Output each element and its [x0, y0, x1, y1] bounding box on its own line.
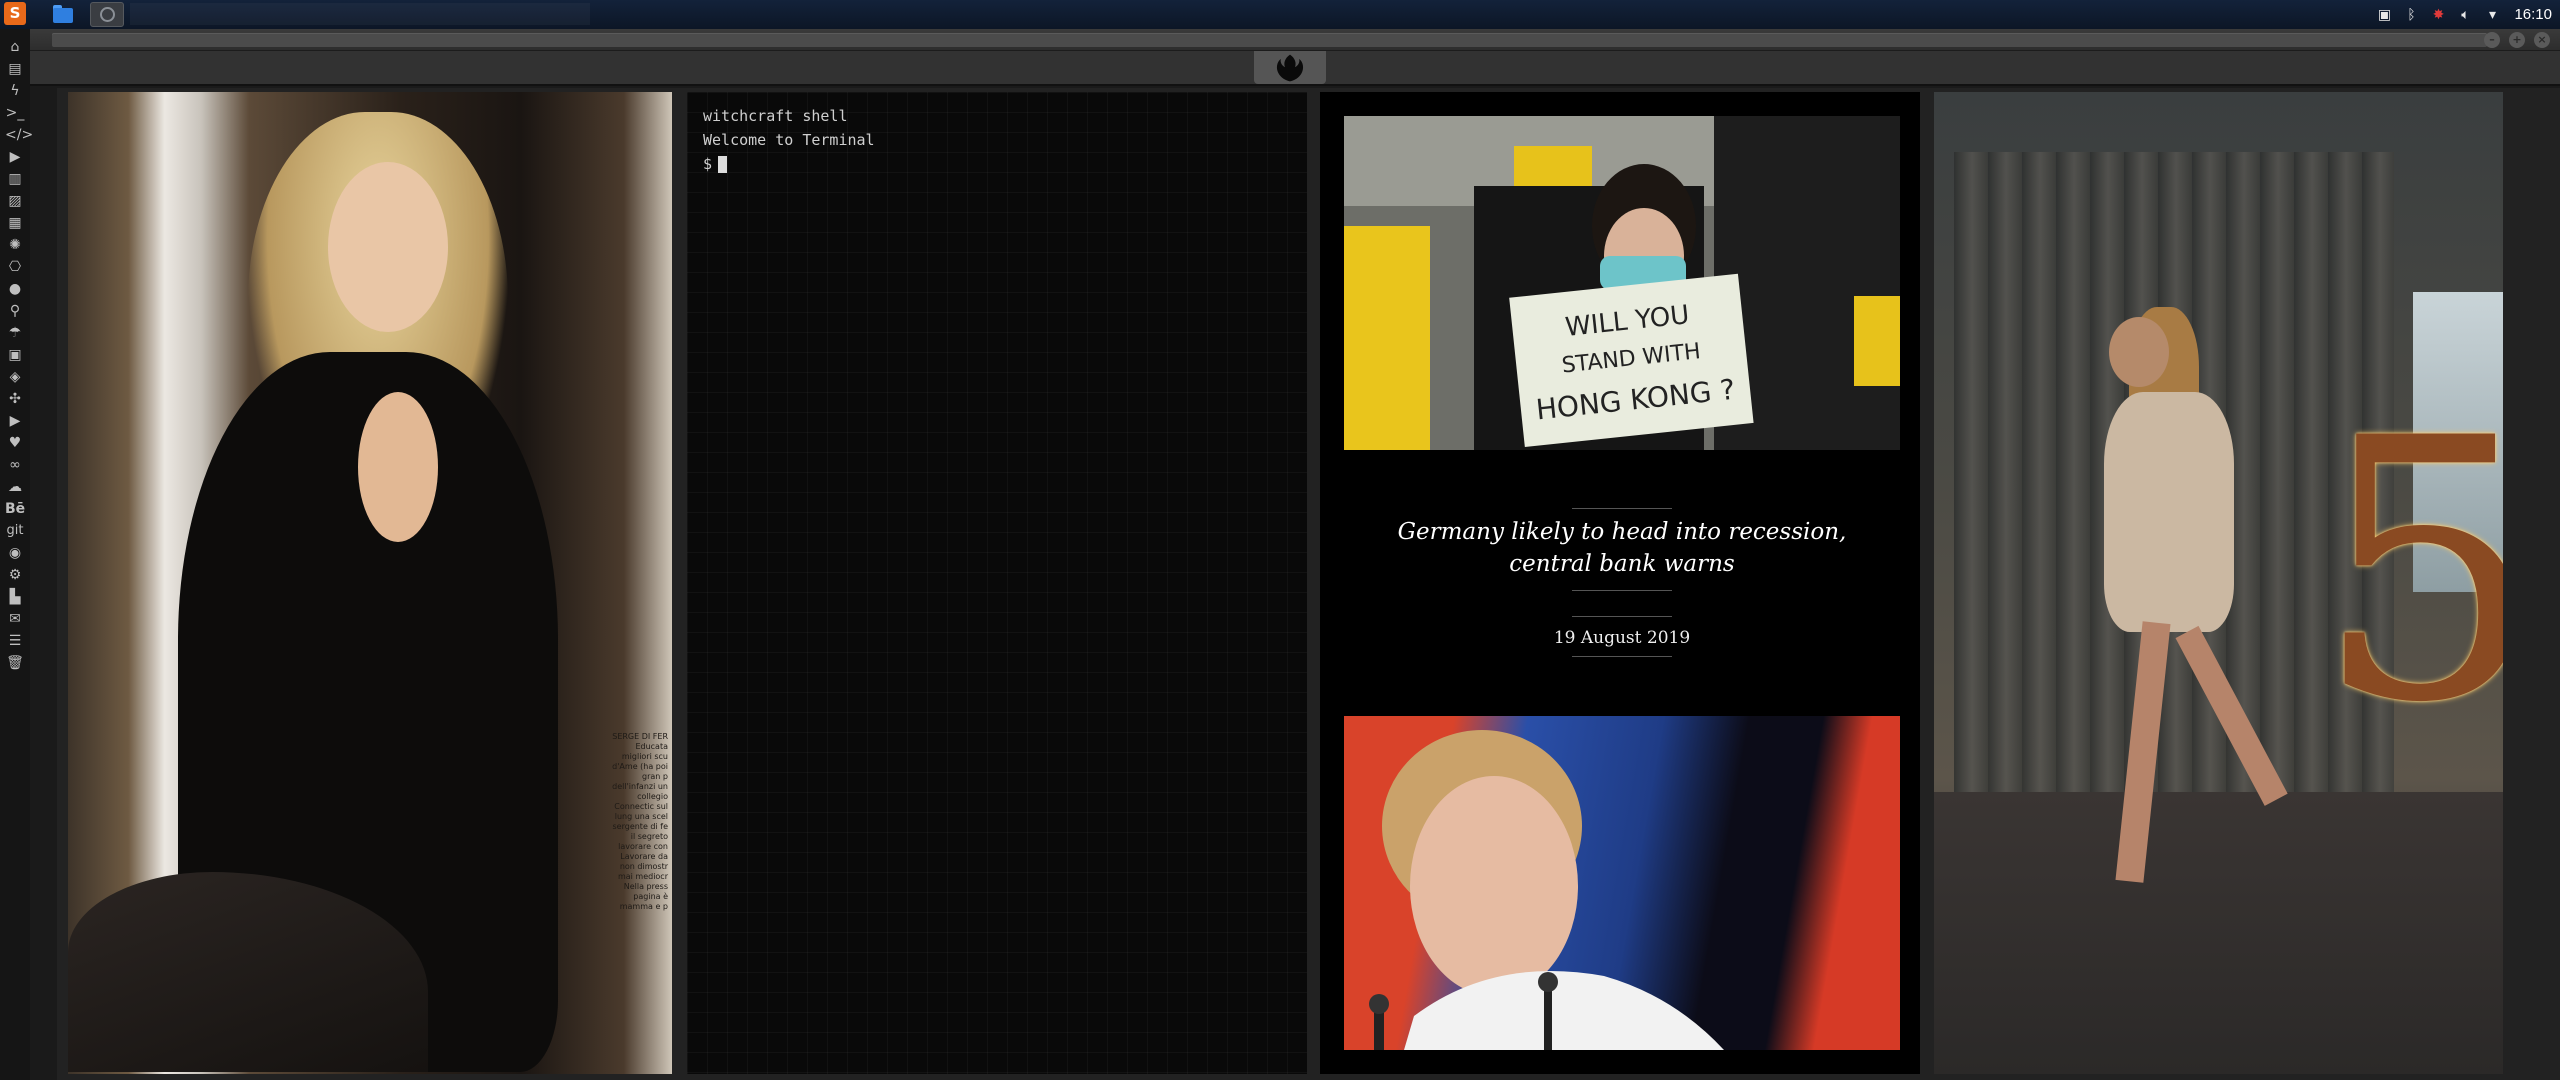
divider — [1572, 656, 1672, 657]
terminal-prompt-line[interactable]: $ — [703, 152, 1291, 176]
play-icon[interactable]: ▶ — [5, 147, 25, 167]
terminal-cursor — [718, 156, 728, 173]
heart-icon[interactable]: ♥ — [5, 433, 25, 453]
trash-icon[interactable]: 🗑︎ — [5, 653, 25, 673]
map-icon[interactable]: ▙ — [5, 587, 25, 607]
settings-red-icon[interactable]: ✸ — [2429, 6, 2447, 24]
divider — [1572, 590, 1672, 591]
rebel-alliance-icon — [1276, 54, 1304, 81]
infinity-icon[interactable]: ∞ — [5, 455, 25, 475]
photo-panel-4[interactable]: 5 — [1934, 92, 2503, 1074]
rebel-icon[interactable]: ✺ — [5, 235, 25, 255]
document-icon[interactable]: ▤ — [5, 59, 25, 79]
photo-skin — [358, 392, 438, 542]
news-caption: Germany likely to head into recession, c… — [1344, 450, 1900, 684]
image-icon[interactable]: ▨ — [5, 191, 25, 211]
terminal-panel[interactable]: witchcraft shell Welcome to Terminal $ — [687, 92, 1307, 1074]
mail-icon[interactable]: ✉ — [5, 609, 25, 629]
system-top-bar: S ▣ ᛒ ✸ 🔈︎ ▾ 16:10 — [0, 0, 2560, 29]
merkel-photo — [1369, 730, 1724, 1050]
server-icon[interactable]: ☰ — [5, 631, 25, 651]
system-tray: ▣ ᛒ ✸ 🔈︎ ▾ 16:10 — [2375, 0, 2552, 29]
app-launcher-button[interactable]: S — [4, 2, 26, 25]
divider — [1572, 616, 1672, 617]
close-button[interactable]: × — [2534, 32, 2550, 48]
github-icon[interactable]: ◉ — [5, 543, 25, 563]
news-panel[interactable]: WILL YOU STAND WITH HONG KONG ? Germany … — [1320, 92, 1920, 1074]
photo-model-dress — [2104, 392, 2234, 632]
minimize-button[interactable]: – — [2484, 32, 2500, 48]
clock[interactable]: 16:10 — [2514, 6, 2552, 23]
youtube-icon[interactable]: ▶ — [5, 411, 25, 431]
photo-panel-1[interactable]: SERGE DI FER Educata migliori scu d'Ame … — [68, 92, 672, 1074]
lightning-icon[interactable]: ϟ — [5, 81, 25, 101]
expand-icon[interactable]: ✣ — [5, 389, 25, 409]
news-date: 19 August 2019 — [1553, 628, 1691, 648]
left-dock: ⌂ ▤ ϟ >_ </> ▶ ▥ ▨ ▦ ✺ ⎔ ● ⚲ ☂ ▣ ◈ ✣ ▶ ♥… — [0, 29, 33, 1080]
photo-model-head — [2109, 317, 2169, 387]
app-circle-icon — [100, 7, 115, 22]
running-app-button[interactable] — [90, 2, 124, 27]
git-icon[interactable]: git — [5, 521, 25, 541]
terminal-icon[interactable]: >_ — [5, 103, 25, 123]
desktop-content: SERGE DI FER Educata migliori scu d'Ame … — [57, 88, 2560, 1080]
light-sign-five: 5 — [2314, 362, 2503, 781]
umbrella-icon[interactable]: ☂ — [5, 323, 25, 343]
photo-face — [328, 162, 448, 332]
bitcoin-icon[interactable]: ⚙ — [5, 565, 25, 585]
news-image-hong-kong[interactable]: WILL YOU STAND WITH HONG KONG ? — [1344, 116, 1900, 450]
photo-floor — [1934, 792, 2503, 1074]
toolbar — [30, 51, 2560, 86]
hong-kong-protest-photo: WILL YOU STAND WITH HONG KONG ? — [1344, 116, 1900, 450]
behance-icon[interactable]: Bē — [5, 499, 25, 519]
globe-icon[interactable]: ● — [5, 279, 25, 299]
contact-icon[interactable]: ▣ — [5, 345, 25, 365]
search-icon[interactable]: ⚲ — [5, 301, 25, 321]
terminal-line-1: witchcraft shell — [703, 107, 848, 125]
task-strip — [130, 3, 590, 25]
divider — [1572, 508, 1672, 509]
bluetooth-icon[interactable]: ᛒ — [2402, 6, 2420, 24]
news-icon[interactable]: ▦ — [5, 213, 25, 233]
screenshot-icon[interactable]: ▣ — [2375, 6, 2393, 24]
terminal-line-2: Welcome to Terminal — [703, 131, 875, 149]
cloud-icon[interactable]: ☁ — [5, 477, 25, 497]
book-icon[interactable]: ▥ — [5, 169, 25, 189]
terminal-prompt: $ — [703, 155, 713, 173]
address-bar[interactable] — [52, 33, 2487, 47]
magazine-text: SERGE DI FER Educata migliori scu d'Ame … — [612, 732, 668, 911]
window-title-bar[interactable]: – + × — [30, 29, 2560, 51]
wifi-icon[interactable]: ▾ — [2483, 6, 2501, 24]
news-headline[interactable]: Germany likely to head into recession, c… — [1354, 516, 1890, 580]
volume-icon[interactable]: 🔈︎ — [2456, 6, 2474, 24]
empire-icon[interactable]: ⎔ — [5, 257, 25, 277]
home-icon[interactable]: ⌂ — [5, 37, 25, 57]
file-manager-folder-icon[interactable] — [51, 3, 75, 25]
news-image-merkel[interactable] — [1344, 716, 1900, 1050]
maximize-button[interactable]: + — [2509, 32, 2525, 48]
tag-icon[interactable]: ◈ — [5, 367, 25, 387]
rebel-menu-tab[interactable] — [1254, 51, 1326, 84]
code-icon[interactable]: </> — [5, 125, 33, 145]
